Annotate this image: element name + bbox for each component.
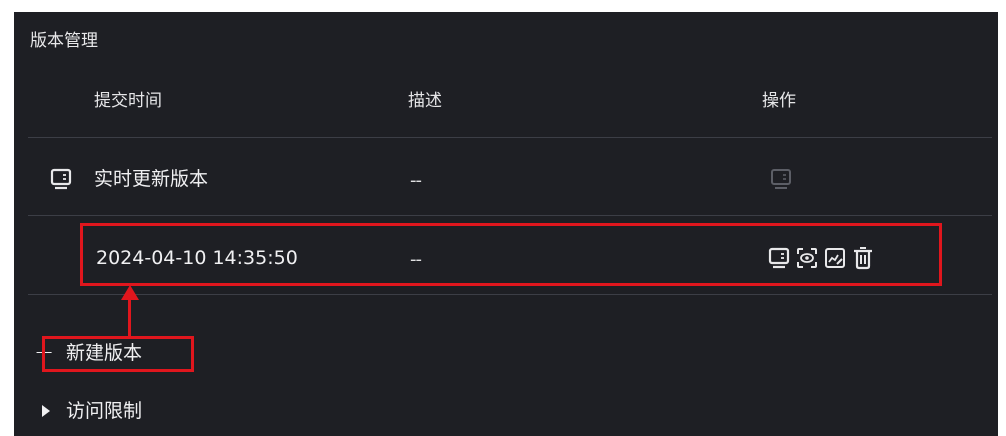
caret-right-icon bbox=[42, 405, 50, 417]
row-divider bbox=[28, 294, 992, 295]
version-description: -- bbox=[410, 170, 422, 191]
display-icon bbox=[50, 168, 72, 190]
new-version-highlight-box bbox=[42, 336, 194, 372]
version-name: 实时更新版本 bbox=[94, 168, 209, 190]
annotation-arrow-line bbox=[128, 299, 131, 339]
screenshot-canvas: 版本管理 提交时间 描述 操作 实时更新版本 -- 2024-04-10 14:… bbox=[0, 0, 1006, 436]
panel-title: 版本管理 bbox=[30, 31, 98, 51]
row-highlight-box bbox=[80, 223, 942, 286]
display-icon[interactable] bbox=[770, 168, 792, 190]
column-header-actions: 操作 bbox=[762, 91, 796, 111]
column-header-description: 描述 bbox=[408, 91, 442, 111]
version-management-panel: 版本管理 提交时间 描述 操作 实时更新版本 -- 2024-04-10 14:… bbox=[14, 12, 998, 436]
header-divider bbox=[28, 137, 992, 138]
row-divider bbox=[28, 215, 992, 216]
annotation-arrow-head bbox=[121, 285, 139, 300]
column-header-submit-time: 提交时间 bbox=[94, 91, 162, 111]
access-limit-label: 访问限制 bbox=[66, 400, 143, 422]
